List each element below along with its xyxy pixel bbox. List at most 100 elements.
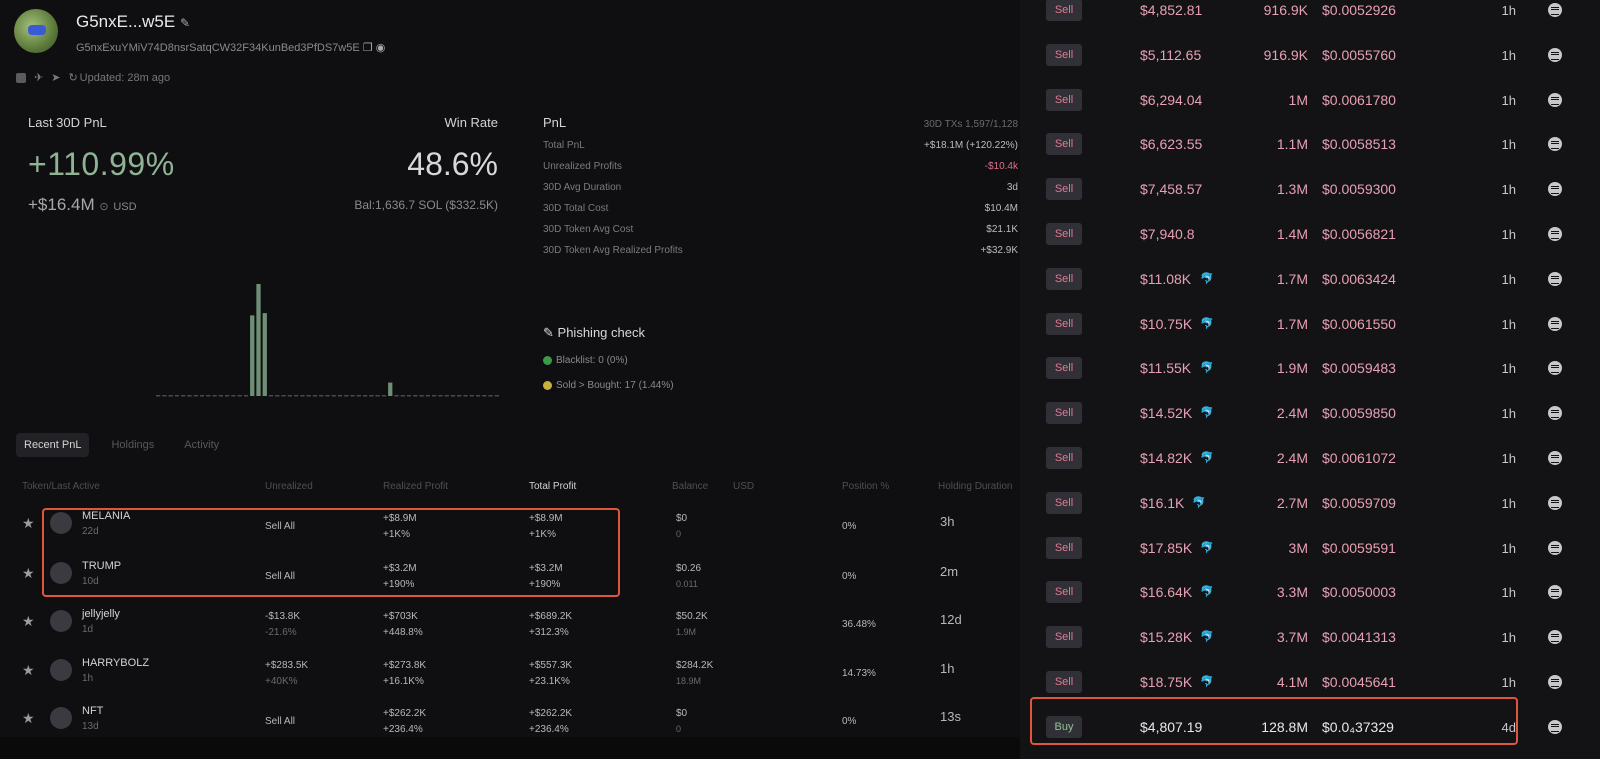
col-usd[interactable]: USD xyxy=(733,481,754,492)
usd-unit[interactable]: USD xyxy=(113,201,136,213)
copy-icon[interactable]: ❐ xyxy=(363,42,373,54)
pnl-bar-zero xyxy=(450,395,456,397)
pnl-bar-zero xyxy=(243,395,249,397)
token-name[interactable]: NFT xyxy=(82,705,103,717)
activity-row[interactable]: Sell $5,112.65 916.9K $0.0055760 1h xyxy=(1020,32,1600,77)
pnl-bar-zero xyxy=(168,395,173,397)
details-icon[interactable] xyxy=(1548,227,1562,241)
details-icon[interactable] xyxy=(1548,719,1562,734)
details-icon[interactable] xyxy=(1548,92,1562,107)
details-icon[interactable] xyxy=(1548,540,1562,555)
pnl-bar-chart xyxy=(155,270,500,400)
pnl-bar[interactable] xyxy=(388,382,393,396)
activity-row[interactable]: Sell $17.85K 🐬 3M $0.0059591 1h xyxy=(1020,525,1600,570)
pnl-bar-zero xyxy=(425,395,430,397)
pnl-bar[interactable] xyxy=(250,315,255,396)
refresh-icon[interactable]: ↻ xyxy=(68,71,77,84)
details-icon[interactable] xyxy=(1548,630,1562,645)
tx-count: 30D TXs 1,597/1,128 xyxy=(924,119,1018,130)
col-realized[interactable]: Realized Profit xyxy=(383,481,448,492)
token-name[interactable]: jellyjelly xyxy=(82,608,120,620)
trade-quantity: 1.7M xyxy=(1276,270,1308,287)
trade-amount: $15.28K xyxy=(1140,629,1193,646)
col-unrealized[interactable]: Unrealized xyxy=(265,481,313,492)
star-icon[interactable]: ★ xyxy=(22,515,35,532)
activity-row[interactable]: Sell $14.52K 🐬 2.4M $0.0059850 1h xyxy=(1020,390,1600,435)
activity-row[interactable]: Sell $11.55K 🐬 1.9M $0.0059483 1h xyxy=(1020,345,1600,390)
pnl-bar[interactable] xyxy=(256,284,261,396)
sell-badge: Sell xyxy=(1046,581,1082,604)
activity-row[interactable]: Sell $14.82K 🐬 2.4M $0.0061072 1h xyxy=(1020,435,1600,480)
activity-row[interactable]: Sell $7,940.8 1.4M $0.0056821 1h xyxy=(1020,211,1600,256)
details-icon[interactable] xyxy=(1548,675,1562,689)
tab-recent-pnl[interactable]: Recent PnL xyxy=(16,433,90,457)
details-icon[interactable] xyxy=(1548,361,1562,376)
table-row[interactable]: ★ jellyjelly 1d -$13.8K -21.6% +$703K +4… xyxy=(0,603,1028,649)
updated-text: Updated: 28m ago xyxy=(79,71,171,84)
trade-price: $0.0050003 xyxy=(1322,584,1396,601)
activity-row[interactable]: Sell $6,623.55 1.1M $0.0058513 1h xyxy=(1020,121,1600,166)
star-icon[interactable]: ★ xyxy=(22,710,35,727)
pnl-row: Total PnL +$18.1M (+120.22%) xyxy=(543,140,1018,151)
activity-row[interactable]: Sell $10.75K 🐬 1.7M $0.0061550 1h xyxy=(1020,301,1600,346)
activity-row[interactable]: Sell $16.64K 🐬 3.3M $0.0050003 1h xyxy=(1020,569,1600,614)
details-icon[interactable] xyxy=(1548,495,1562,510)
wallet-meta-row: ✈ ➤ ↻ Updated: 28m ago xyxy=(16,71,170,84)
unrealized-pct: +40K% xyxy=(265,676,298,687)
trade-age: 1h xyxy=(1501,137,1516,153)
activity-row[interactable]: Sell $11.08K 🐬 1.7M $0.0063424 1h xyxy=(1020,256,1600,301)
col-holding[interactable]: Holding Duration xyxy=(938,481,1013,492)
star-icon[interactable]: ★ xyxy=(22,565,35,582)
details-icon[interactable] xyxy=(1548,47,1562,62)
sell-badge: Sell xyxy=(1046,178,1082,201)
activity-row[interactable]: Sell $6,294.04 1M $0.0061780 1h xyxy=(1020,77,1600,122)
pnl-30d-label: Last 30D PnL xyxy=(28,115,107,130)
pnl-bar[interactable] xyxy=(262,313,267,396)
wallet-name-text: G5nxE...w5E xyxy=(76,12,176,31)
col-balance[interactable]: Balance xyxy=(672,481,708,492)
dolphin-icon: 🐬 xyxy=(1200,541,1214,554)
details-icon[interactable] xyxy=(1548,451,1562,465)
trade-price: $0.0058513 xyxy=(1322,136,1396,153)
details-icon[interactable] xyxy=(1548,585,1562,600)
star-icon[interactable]: ★ xyxy=(22,613,35,630)
activity-row[interactable]: Sell $16.1K 🐬 2.7M $0.0059709 1h xyxy=(1020,480,1600,525)
wallet-avatar[interactable] xyxy=(14,9,58,53)
col-token[interactable]: Token/Last Active xyxy=(22,481,100,492)
telegram-icon[interactable]: ➤ xyxy=(51,71,60,84)
wallet-icon[interactable] xyxy=(16,72,26,83)
details-icon[interactable] xyxy=(1548,3,1562,17)
tab-holdings[interactable]: Holdings xyxy=(103,433,162,457)
table-row[interactable]: ★ HARRYBOLZ 1h +$283.5K +40K% +$273.8K +… xyxy=(0,652,1028,698)
trade-amount: $10.75K xyxy=(1140,315,1193,332)
pnl-row: 30D Token Avg Cost $21.1K xyxy=(543,224,1018,235)
pnl-bar-zero xyxy=(369,395,374,397)
trade-amount: $18.75K xyxy=(1140,674,1193,690)
details-icon[interactable] xyxy=(1548,137,1562,152)
trade-amount: $5,112.65 xyxy=(1140,46,1202,63)
position-pct: 36.48% xyxy=(842,619,876,630)
explorer-icon[interactable]: ◉ xyxy=(376,42,386,54)
details-icon[interactable] xyxy=(1548,182,1562,197)
pnl-bar-zero xyxy=(231,395,236,397)
col-position[interactable]: Position % xyxy=(842,481,889,492)
activity-row[interactable]: Sell $4,852.81 916.9K $0.0052926 1h xyxy=(1020,0,1600,32)
wrench-icon: ✎ xyxy=(543,325,554,340)
activity-row[interactable]: Sell $7,458.57 1.3M $0.0059300 1h xyxy=(1020,166,1600,211)
wallet-address-text: G5nxExuYMiV74D8nsrSatqCW32F34KunBed3PfDS… xyxy=(76,42,360,54)
details-icon[interactable] xyxy=(1548,316,1562,331)
sell-badge: Sell xyxy=(1046,223,1082,245)
star-icon[interactable]: ★ xyxy=(22,662,35,679)
edit-icon[interactable]: ✎ xyxy=(180,16,190,30)
trade-price: $0.0045641 xyxy=(1322,674,1396,690)
tab-activity[interactable]: Activity xyxy=(176,433,227,457)
details-icon[interactable] xyxy=(1548,271,1562,286)
pnl-bar-zero xyxy=(225,395,230,397)
col-total-profit[interactable]: Total Profit xyxy=(529,481,576,492)
token-name[interactable]: HARRYBOLZ xyxy=(82,657,149,669)
details-icon[interactable] xyxy=(1548,406,1562,421)
pnl-bar-zero xyxy=(319,395,324,397)
activity-row[interactable]: Sell $15.28K 🐬 3.7M $0.0041313 1h xyxy=(1020,614,1600,659)
usd-toggle-icon[interactable]: ⊙ xyxy=(99,201,108,213)
rocket-icon[interactable]: ✈ xyxy=(34,71,43,84)
